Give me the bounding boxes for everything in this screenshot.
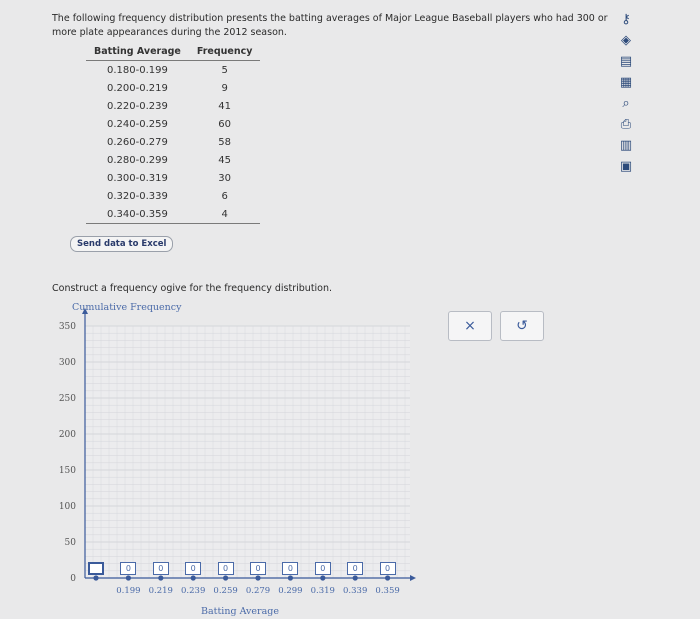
cumulative-frequency-input[interactable]: 0	[282, 562, 299, 575]
x-tick-label: 0.359	[375, 586, 399, 596]
data-point[interactable]	[320, 575, 326, 581]
x-axis-arrow	[410, 575, 416, 581]
cumulative-frequency-input[interactable]: 0	[152, 562, 169, 575]
cumulative-frequency-input[interactable]: 0	[217, 562, 234, 575]
data-point[interactable]	[223, 575, 229, 581]
x-tick-label: 0.319	[311, 586, 335, 596]
x-tick-label: 0.259	[213, 586, 237, 596]
data-point[interactable]	[287, 575, 293, 581]
plot-area	[85, 326, 410, 578]
y-axis-label: Cumulative Frequency	[72, 302, 182, 313]
data-point[interactable]	[125, 575, 131, 581]
cumulative-frequency-input[interactable]	[88, 562, 104, 575]
x-axis-label: Batting Average	[201, 606, 279, 617]
x-tick-label: 0.339	[343, 586, 367, 596]
y-tick-label: 300	[59, 358, 76, 368]
cumulative-frequency-input[interactable]: 0	[379, 562, 396, 575]
cumulative-frequency-input[interactable]: 0	[250, 562, 266, 575]
x-tick-label: 0.279	[246, 586, 270, 596]
cumulative-frequency-input[interactable]: 0	[314, 562, 331, 575]
y-tick-label: 50	[65, 538, 77, 548]
y-tick-label: 250	[59, 394, 76, 404]
y-tick-label: 100	[59, 502, 76, 512]
y-tick-label: 200	[59, 430, 76, 440]
x-tick-label: 0.199	[116, 586, 140, 596]
y-tick-label: 350	[59, 322, 76, 332]
x-tick-label: 0.299	[278, 586, 302, 596]
ogive-chart[interactable]: 0 50 100 150 200 250 300 350 0.199 0.219 0.239 0.25…	[0, 0, 700, 619]
y-tick-label: 0	[70, 574, 76, 584]
data-point[interactable]	[255, 575, 261, 581]
data-point[interactable]	[93, 575, 99, 581]
x-tick-label: 0.239	[181, 586, 205, 596]
cumulative-frequency-input[interactable]: 0	[347, 562, 364, 575]
data-point[interactable]	[385, 575, 391, 581]
data-point[interactable]	[190, 575, 196, 581]
chart-grid	[84, 325, 410, 579]
y-tick-label: 150	[59, 466, 76, 476]
cumulative-frequency-input[interactable]: 0	[185, 562, 202, 575]
data-point[interactable]	[352, 575, 358, 581]
x-tick-label: 0.219	[149, 586, 173, 596]
data-point[interactable]	[158, 575, 164, 581]
cumulative-frequency-input[interactable]: 0	[120, 562, 137, 575]
